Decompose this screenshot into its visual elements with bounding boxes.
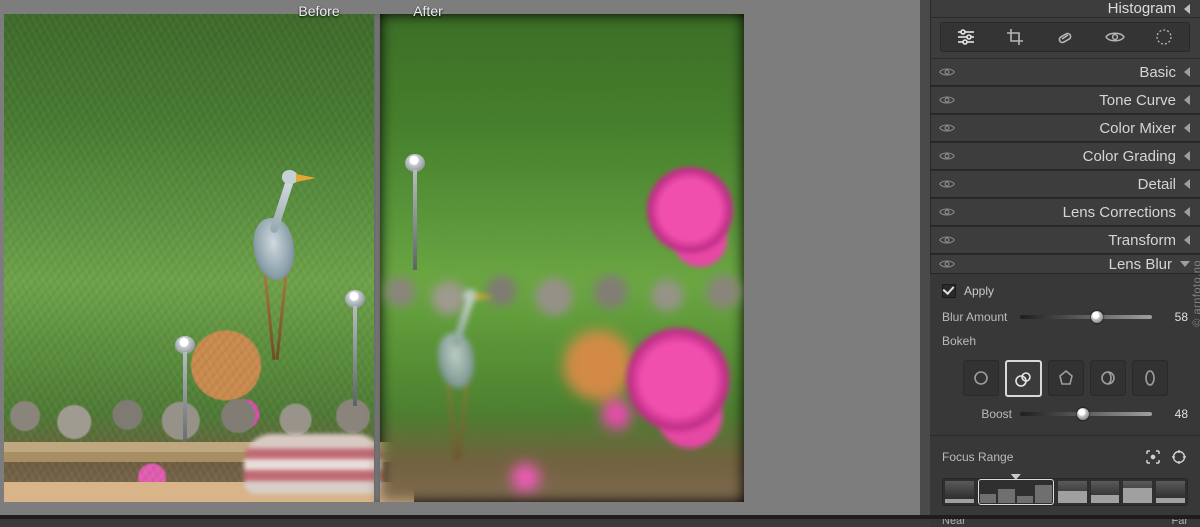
focus-point-picker-icon[interactable] [1144,448,1162,466]
collapse-left-icon [1184,4,1190,14]
section-title: Color Grading [962,148,1176,165]
before-after-compare[interactable] [4,14,744,502]
section-basic[interactable]: Basic [930,58,1200,86]
visibility-eye-icon[interactable] [938,175,956,193]
healing-icon[interactable] [1049,23,1081,51]
bokeh-label: Bokeh [942,334,1188,348]
section-color-mixer[interactable]: Color Mixer [930,114,1200,142]
bokeh-swirl-icon[interactable] [1090,360,1126,396]
chevron-left-icon [1184,95,1190,105]
section-tone-curve[interactable]: Tone Curve [930,86,1200,114]
visibility-eye-icon[interactable] [938,203,956,221]
chevron-down-icon [1180,261,1190,267]
section-lens-corrections[interactable]: Lens Corrections [930,198,1200,226]
focus-range-selection[interactable] [978,479,1054,505]
compare-divider-handle[interactable] [374,14,380,502]
bokeh-circle-icon[interactable] [963,360,999,396]
edit-sliders-icon[interactable] [950,23,982,51]
towel-roll [244,434,384,494]
slider-label: Boost [942,407,1012,421]
focus-target-icon[interactable] [1170,448,1188,466]
redeye-icon[interactable] [1099,23,1131,51]
section-color-grading[interactable]: Color Grading [930,142,1200,170]
visibility-eye-icon[interactable] [938,119,956,137]
compare-before-label: Before [277,0,361,22]
apply-toggle[interactable]: Apply [942,284,1188,298]
section-title: Color Mixer [962,120,1176,137]
chevron-left-icon [1184,179,1190,189]
develop-panel: Histogram [920,0,1200,519]
visibility-eye-icon[interactable] [938,91,956,109]
bokeh-anamorphic-icon[interactable] [1132,360,1168,396]
chevron-left-icon [1184,123,1190,133]
visibility-eye-icon[interactable] [938,63,956,81]
tool-strip [940,22,1190,52]
focus-range-pin-icon[interactable] [1011,474,1021,480]
section-transform[interactable]: Transform [930,226,1200,254]
lens-blur-body: Apply Blur Amount 58 Bokeh [930,274,1200,527]
chevron-left-icon [1184,67,1190,77]
chevron-left-icon [1184,235,1190,245]
slider-track[interactable] [1020,412,1152,416]
slider-value: 48 [1160,407,1188,421]
slider-track[interactable] [1020,315,1152,319]
section-detail[interactable]: Detail [930,170,1200,198]
histogram-header[interactable]: Histogram [930,0,1200,18]
apply-label: Apply [964,284,994,298]
bokeh-ring-icon[interactable] [1005,360,1042,397]
crop-icon[interactable] [999,23,1031,51]
slider-value: 58 [1160,310,1188,324]
section-title: Lens Blur [962,256,1172,273]
bokeh-blade5-icon[interactable] [1048,360,1084,396]
after-image [380,14,744,502]
compare-after-label: After [386,0,470,22]
chevron-left-icon [1184,207,1190,217]
slider-label: Blur Amount [942,310,1012,324]
histogram-title: Histogram [1108,0,1176,17]
section-lens-blur[interactable]: Lens Blur [930,254,1200,274]
bokeh-options [942,360,1188,397]
section-title: Basic [962,64,1176,81]
before-image [4,14,374,502]
section-title: Lens Corrections [962,204,1176,221]
boost-slider[interactable]: Boost 48 [942,407,1188,421]
section-title: Detail [962,176,1176,193]
focus-range-strip[interactable] [942,478,1188,506]
masking-icon[interactable] [1148,23,1180,51]
slider-knob[interactable] [1091,311,1103,323]
visibility-eye-icon[interactable] [938,147,956,165]
chevron-left-icon [1184,151,1190,161]
checkbox-checked-icon [942,284,956,298]
visibility-eye-icon[interactable] [938,231,956,249]
focus-range-label: Focus Range [942,450,1013,464]
section-title: Tone Curve [962,92,1176,109]
section-title: Transform [962,232,1176,249]
blur-amount-slider[interactable]: Blur Amount 58 [942,310,1188,324]
visibility-eye-icon[interactable] [938,255,956,273]
image-canvas: Before After [0,0,920,519]
slider-knob[interactable] [1077,408,1089,420]
